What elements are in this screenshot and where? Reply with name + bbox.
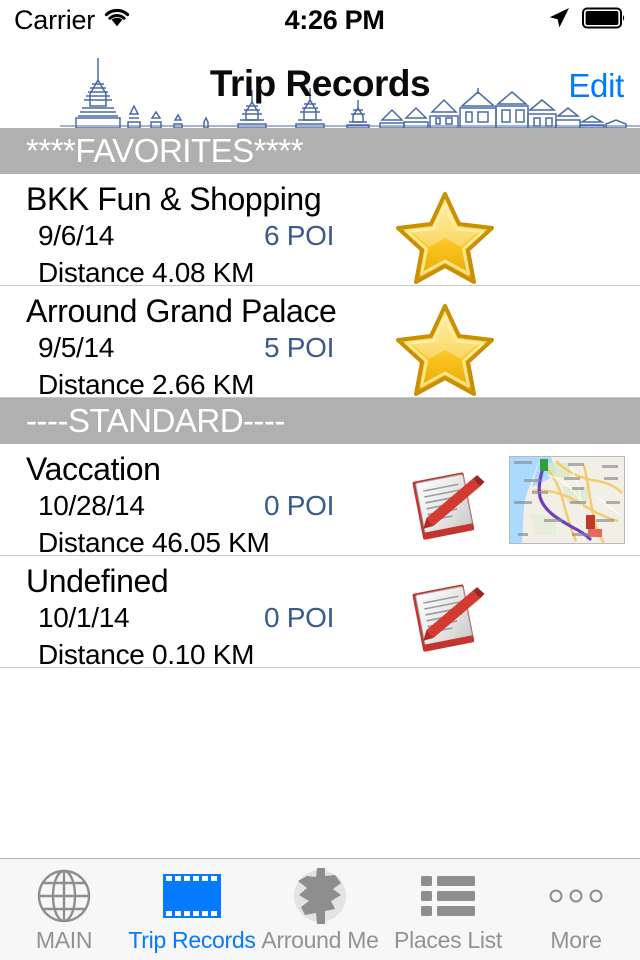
location-arrow-icon	[547, 6, 571, 35]
trip-info: Arround Grand Palace 9/5/14 5 POI Distan…	[26, 286, 396, 398]
tab-arround-me[interactable]: Arround Me	[256, 859, 384, 960]
wifi-icon	[104, 8, 130, 32]
trip-poi-count: 6 POI	[264, 220, 335, 251]
carrier-label: Carrier	[14, 4, 96, 35]
page-title: Trip Records	[209, 63, 431, 104]
trip-distance: Distance 4.08 KM	[38, 257, 255, 286]
trip-distance: Distance 46.05 KM	[38, 527, 270, 556]
trip-records-list[interactable]: ****FAVORITES**** BKK Fun & Shopping 9/6…	[0, 128, 640, 893]
globe-icon	[32, 867, 96, 925]
tab-more[interactable]: More	[512, 859, 640, 960]
trip-date: 10/28/14	[38, 490, 145, 521]
trip-title: Arround Grand Palace	[26, 293, 337, 329]
list-icon	[416, 867, 480, 925]
table-row[interactable]: Undefined 10/1/14 0 POI Distance 0.10 KM	[0, 556, 640, 668]
tab-places-list[interactable]: Places List	[384, 859, 512, 960]
tab-main[interactable]: MAIN	[0, 859, 128, 960]
trip-poi-count: 0 POI	[264, 602, 335, 633]
route-map-thumbnail	[509, 456, 625, 544]
trip-info: Undefined 10/1/14 0 POI Distance 0.10 KM	[26, 556, 396, 668]
section-header-label: ----STANDARD----	[26, 402, 285, 439]
app-root: Carrier 4:26 PM Trip Records Edit ****FA…	[0, 0, 640, 960]
section-header-favorites: ****FAVORITES****	[0, 128, 640, 174]
table-row[interactable]: BKK Fun & Shopping 9/6/14 6 POI Distance…	[0, 174, 640, 286]
more-dots-icon	[544, 867, 608, 925]
notepad-pencil-icon	[404, 466, 488, 542]
trip-distance: Distance 2.66 KM	[38, 369, 255, 398]
tab-trip-records[interactable]: Trip Records	[128, 859, 256, 960]
edit-button[interactable]: Edit	[568, 66, 624, 106]
trip-title: Vaccation	[26, 451, 161, 487]
table-row[interactable]: Arround Grand Palace 9/5/14 5 POI Distan…	[0, 286, 640, 398]
section-header-label: ****FAVORITES****	[26, 132, 304, 169]
trip-title: Undefined	[26, 563, 169, 599]
trip-date: 10/1/14	[38, 602, 130, 633]
empty-list-row	[0, 668, 640, 780]
trip-info: Vaccation 10/28/14 0 POI Distance 46.05 …	[26, 444, 396, 556]
navigation-bar: Trip Records Edit	[0, 40, 640, 128]
trip-distance: Distance 0.10 KM	[38, 639, 255, 668]
tab-label: Arround Me	[261, 927, 379, 953]
status-bar-right	[547, 6, 626, 35]
trip-date: 9/6/14	[38, 220, 115, 251]
status-bar-left: Carrier	[14, 4, 130, 35]
map-pin-region-icon	[288, 867, 352, 925]
tab-label: Places List	[394, 927, 502, 953]
trip-poi-count: 5 POI	[264, 332, 335, 363]
battery-full-icon	[582, 7, 626, 34]
trip-date: 9/5/14	[38, 332, 115, 363]
gold-star-icon	[393, 302, 497, 397]
tab-label: More	[550, 927, 602, 953]
table-row[interactable]: Vaccation 10/28/14 0 POI Distance 46.05 …	[0, 444, 640, 556]
gold-star-icon	[393, 190, 497, 285]
status-bar-time: 4:26 PM	[284, 4, 385, 35]
section-header-standard: ----STANDARD----	[0, 398, 640, 444]
tab-bar: MAIN Trip Records Arround Me Places List…	[0, 858, 640, 960]
trip-title: BKK Fun & Shopping	[26, 181, 322, 217]
tab-label: MAIN	[35, 927, 93, 953]
notepad-pencil-icon	[404, 578, 488, 654]
tab-label: Trip Records	[128, 927, 256, 953]
trip-poi-count: 0 POI	[264, 490, 335, 521]
trip-info: BKK Fun & Shopping 9/6/14 6 POI Distance…	[26, 174, 396, 286]
film-strip-icon	[160, 867, 224, 925]
status-bar: Carrier 4:26 PM	[0, 0, 640, 40]
